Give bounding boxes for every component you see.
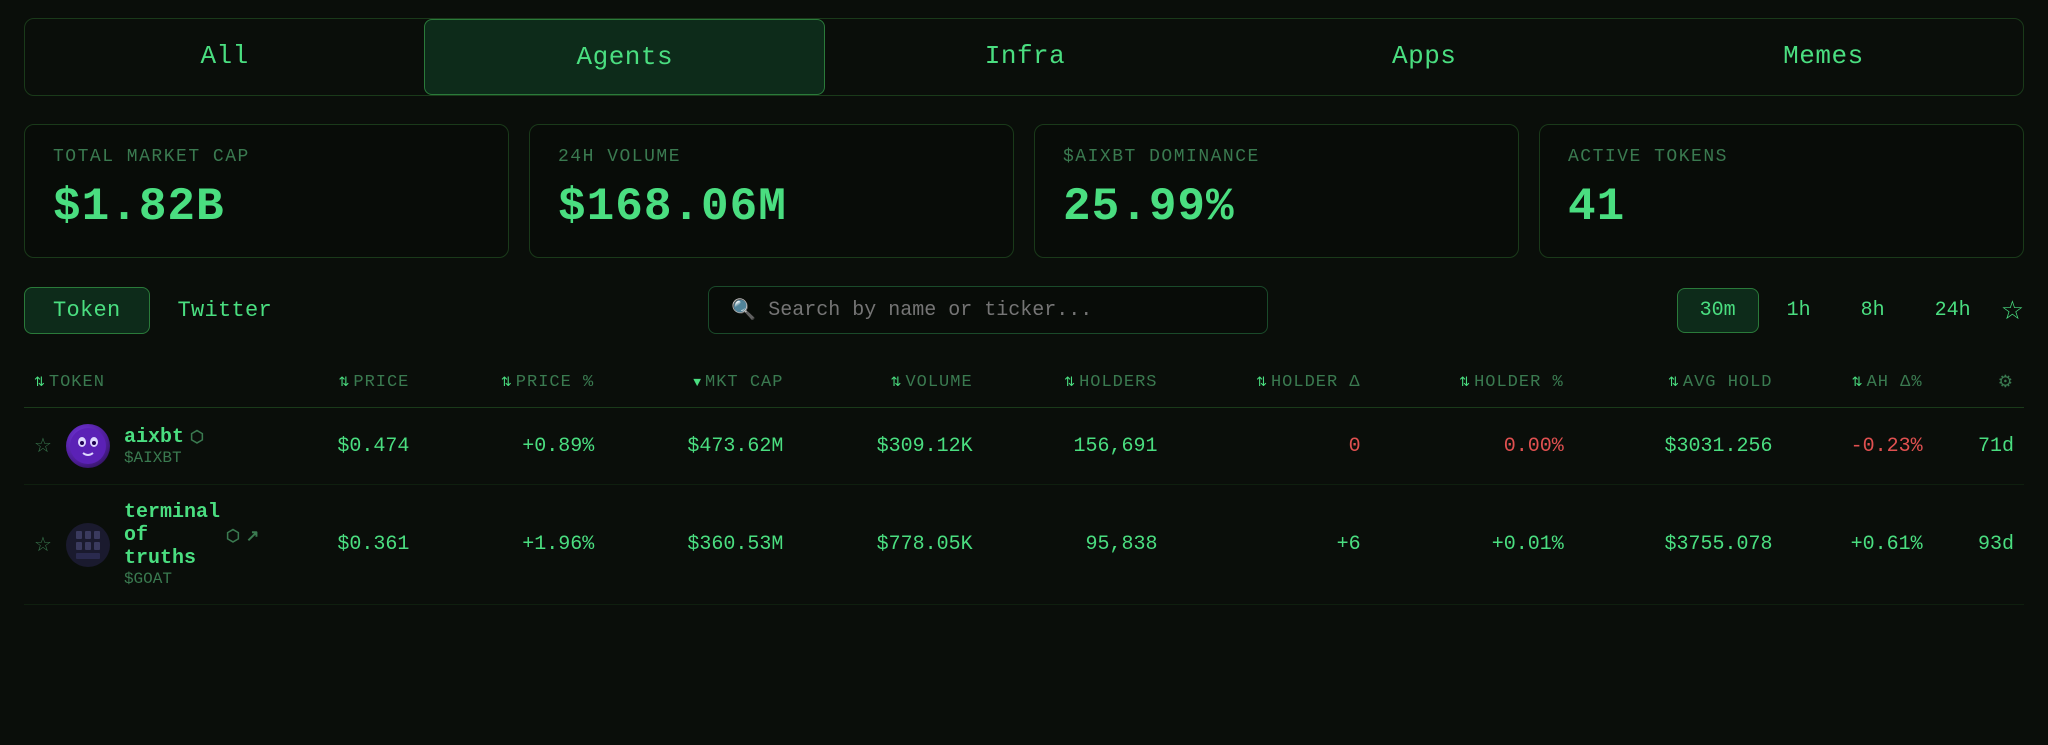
token-avatar-1 bbox=[66, 523, 110, 567]
stat-card-0: TOTAL MARKET CAP $1.82B bbox=[24, 124, 509, 258]
twitter-filter-button[interactable]: Twitter bbox=[150, 288, 301, 333]
token-last-col-1: 93d bbox=[1933, 485, 2024, 605]
search-icon: 🔍 bbox=[731, 297, 756, 323]
favorite-star-1[interactable]: ☆ bbox=[34, 532, 52, 558]
col-header-holder--[interactable]: ⇅HOLDER Δ bbox=[1167, 358, 1370, 408]
stat-card-3: ACTIVE TOKENS 41 bbox=[1539, 124, 2024, 258]
col-header-token[interactable]: ⇅TOKEN bbox=[24, 358, 269, 408]
filter-bar: Token Twitter 🔍 30m1h8h24h ☆ bbox=[24, 286, 2024, 334]
search-box: 🔍 bbox=[708, 286, 1268, 334]
token-mktcap-1: $360.53M bbox=[604, 485, 793, 605]
stat-label-1: 24H VOLUME bbox=[558, 147, 985, 167]
table-row: ☆ aixbt ⬡ $AIXBT $0.474+0.89%$473.62M$30… bbox=[24, 408, 2024, 485]
token-holder-delta-0: 0 bbox=[1167, 408, 1370, 485]
nav-tabs: AllAgentsInfraAppsMemes bbox=[0, 18, 2048, 96]
external-link-icon-1[interactable]: ↗ bbox=[246, 526, 259, 546]
col-header---[interactable]: ⚙ bbox=[1933, 358, 2024, 408]
time-filter-1h[interactable]: 1h bbox=[1765, 289, 1833, 332]
stat-value-3: 41 bbox=[1568, 181, 1995, 233]
stat-label-2: $AIXBT DOMINANCE bbox=[1063, 147, 1490, 167]
tokens-table: ⇅TOKEN⇅PRICE⇅PRICE %▼MKT CAP⇅VOLUME⇅HOLD… bbox=[24, 358, 2024, 605]
token-link-icon-1[interactable]: ⬡ bbox=[226, 526, 240, 546]
search-input[interactable] bbox=[768, 299, 1245, 322]
time-filter-8h[interactable]: 8h bbox=[1839, 289, 1907, 332]
favorite-star-0[interactable]: ☆ bbox=[34, 433, 52, 459]
token-info-1: terminal of truths ⬡ ↗ $GOAT bbox=[124, 501, 259, 588]
col-header-ah---[interactable]: ⇅AH Δ% bbox=[1783, 358, 1933, 408]
token-name-1: terminal of truths ⬡ ↗ bbox=[124, 501, 259, 570]
token-price-1: $0.361 bbox=[269, 485, 419, 605]
time-filters: 30m1h8h24h bbox=[1677, 288, 1993, 333]
time-filter-24h[interactable]: 24h bbox=[1913, 289, 1993, 332]
token-ah-delta-0: -0.23% bbox=[1783, 408, 1933, 485]
stat-value-0: $1.82B bbox=[53, 181, 480, 233]
token-holders-1: 95,838 bbox=[983, 485, 1168, 605]
token-link-icon-0[interactable]: ⬡ bbox=[190, 427, 204, 447]
nav-tab-all[interactable]: All bbox=[25, 19, 424, 95]
col-header-volume[interactable]: ⇅VOLUME bbox=[793, 358, 982, 408]
token-holders-0: 156,691 bbox=[983, 408, 1168, 485]
table-row: ☆ terminal of truths ⬡ ↗ $GOAT bbox=[24, 485, 2024, 605]
stat-cards: TOTAL MARKET CAP $1.82B 24H VOLUME $168.… bbox=[0, 124, 2048, 258]
token-info-0: aixbt ⬡ $AIXBT bbox=[124, 426, 204, 467]
col-header-holder--[interactable]: ⇅HOLDER % bbox=[1371, 358, 1574, 408]
token-holder-pct-1: +0.01% bbox=[1371, 485, 1574, 605]
token-avatar-0 bbox=[66, 424, 110, 468]
stat-value-1: $168.06M bbox=[558, 181, 985, 233]
nav-tab-apps[interactable]: Apps bbox=[1225, 19, 1624, 95]
token-ticker-1: $GOAT bbox=[124, 570, 259, 588]
token-avg-hold-0: $3031.256 bbox=[1574, 408, 1783, 485]
token-ticker-0: $AIXBT bbox=[124, 449, 204, 467]
stat-card-2: $AIXBT DOMINANCE 25.99% bbox=[1034, 124, 1519, 258]
stat-label-0: TOTAL MARKET CAP bbox=[53, 147, 480, 167]
token-price-pct-1: +1.96% bbox=[419, 485, 604, 605]
nav-tab-infra[interactable]: Infra bbox=[825, 19, 1224, 95]
token-price-pct-0: +0.89% bbox=[419, 408, 604, 485]
token-avg-hold-1: $3755.078 bbox=[1574, 485, 1783, 605]
stat-card-1: 24H VOLUME $168.06M bbox=[529, 124, 1014, 258]
col-header-price--[interactable]: ⇅PRICE % bbox=[419, 358, 604, 408]
token-mktcap-0: $473.62M bbox=[604, 408, 793, 485]
token-cell-0: ☆ aixbt ⬡ $AIXBT bbox=[24, 408, 269, 485]
token-holder-pct-0: 0.00% bbox=[1371, 408, 1574, 485]
col-header-avg-hold[interactable]: ⇅AVG HOLD bbox=[1574, 358, 1783, 408]
token-last-col-0: 71d bbox=[1933, 408, 2024, 485]
token-volume-1: $778.05K bbox=[793, 485, 982, 605]
col-header-price[interactable]: ⇅PRICE bbox=[269, 358, 419, 408]
search-wrapper: 🔍 bbox=[300, 286, 1677, 334]
token-ah-delta-1: +0.61% bbox=[1783, 485, 1933, 605]
token-name-0: aixbt ⬡ bbox=[124, 426, 204, 449]
token-filter-button[interactable]: Token bbox=[24, 287, 150, 334]
token-price-0: $0.474 bbox=[269, 408, 419, 485]
stat-label-3: ACTIVE TOKENS bbox=[1568, 147, 1995, 167]
nav-tab-agents[interactable]: Agents bbox=[424, 19, 825, 95]
col-header-mkt-cap[interactable]: ▼MKT CAP bbox=[604, 358, 793, 408]
stat-value-2: 25.99% bbox=[1063, 181, 1490, 233]
token-holder-delta-1: +6 bbox=[1167, 485, 1370, 605]
favorites-button[interactable]: ☆ bbox=[2001, 295, 2024, 326]
token-cell-1: ☆ terminal of truths ⬡ ↗ $GOAT bbox=[24, 485, 269, 605]
time-filter-30m[interactable]: 30m bbox=[1677, 288, 1759, 333]
settings-icon: ⚙ bbox=[1998, 374, 2014, 393]
col-header-holders[interactable]: ⇅HOLDERS bbox=[983, 358, 1168, 408]
token-volume-0: $309.12K bbox=[793, 408, 982, 485]
table-wrapper: ⇅TOKEN⇅PRICE⇅PRICE %▼MKT CAP⇅VOLUME⇅HOLD… bbox=[24, 358, 2024, 605]
nav-tab-memes[interactable]: Memes bbox=[1624, 19, 2023, 95]
